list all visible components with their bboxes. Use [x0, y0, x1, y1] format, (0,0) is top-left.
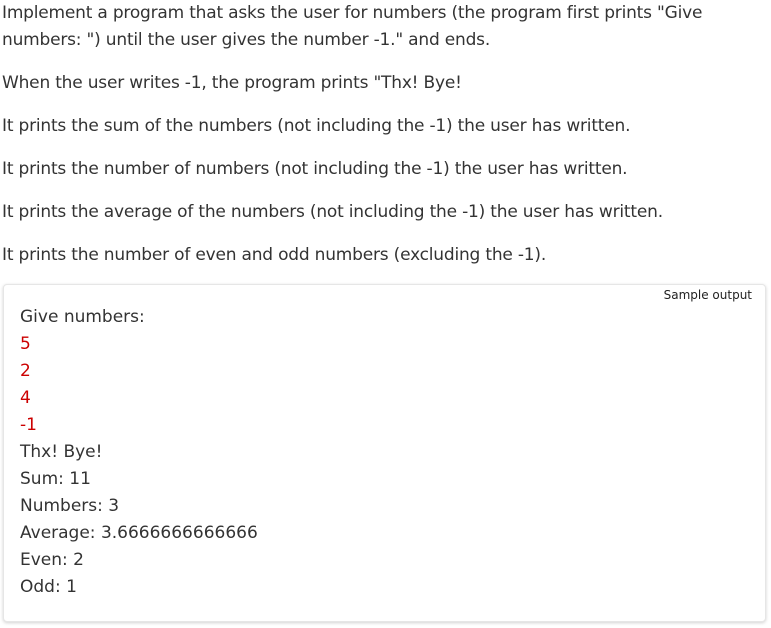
- exercise-content: Implement a program that asks the user f…: [0, 0, 771, 628]
- sample-line: Give numbers:: [20, 307, 145, 327]
- instruction-paragraph-3: It prints the sum of the numbers (not in…: [2, 116, 631, 136]
- sample-output-box: Sample output Give numbers: 5 2 4 -1 Thx…: [3, 284, 766, 622]
- sample-line: Even: 2: [20, 550, 84, 570]
- instruction-paragraph-4: It prints the number of numbers (not inc…: [2, 159, 628, 179]
- sample-line: Sum: 11: [20, 469, 91, 489]
- instruction-paragraph-1: Implement a program that asks the user f…: [2, 3, 703, 50]
- sample-line: Average: 3.6666666666666: [20, 523, 258, 543]
- instruction-paragraph-2: When the user writes -1, the program pri…: [2, 73, 462, 93]
- instruction-paragraph-6: It prints the number of even and odd num…: [2, 245, 547, 265]
- sample-line: 4: [20, 388, 31, 408]
- instruction-paragraph-5: It prints the average of the numbers (no…: [2, 202, 663, 222]
- sample-line: Odd: 1: [20, 577, 77, 597]
- sample-line: 5: [20, 334, 31, 354]
- sample-line: 2: [20, 361, 31, 381]
- sample-line: Thx! Bye!: [20, 442, 103, 462]
- sample-output-lines: Give numbers: 5 2 4 -1 Thx! Bye! Sum: 11…: [20, 304, 258, 601]
- sample-line: -1: [20, 415, 37, 435]
- sample-output-label: Sample output: [663, 288, 752, 302]
- sample-line: Numbers: 3: [20, 496, 120, 516]
